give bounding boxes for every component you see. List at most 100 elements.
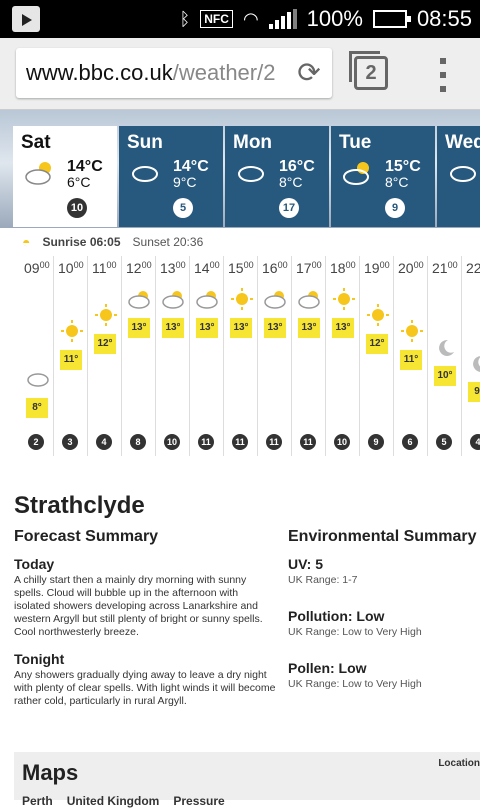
hour-temperature: 13° (264, 318, 286, 338)
wind-speed-badge: 10 (67, 198, 87, 218)
today-text: A chilly start then a mainly dry morning… (14, 574, 263, 638)
wind-speed-badge: 4 (96, 434, 112, 450)
maps-tab[interactable]: Perth (22, 794, 53, 808)
hour-column: 1100 12° 4 (88, 256, 122, 456)
wind-speed-badge: 9 (385, 198, 405, 218)
sun-cloud-icon (343, 162, 369, 185)
hour-time: 1100 (92, 260, 117, 276)
forecast-heading: Forecast Summary (14, 528, 159, 545)
hour-temperature: 13° (128, 318, 150, 338)
hour-column: 1800 13° 10 (326, 256, 360, 456)
hour-temperature: 11° (60, 350, 82, 370)
hour-column: 1700 13° 11 (292, 256, 326, 456)
day-low: 9°C (173, 174, 197, 190)
url-bar[interactable]: www.bbc.co.uk/weather/2 ⟳ (16, 48, 332, 98)
hour-time: 1700 (296, 260, 322, 276)
maps-section: Maps Location Perth United Kingdom Press… (14, 752, 480, 808)
day-tab[interactable]: Wed (437, 126, 480, 227)
hour-temperature: 10° (434, 366, 456, 386)
signal-icon (268, 9, 297, 29)
today-label: Today (14, 556, 55, 572)
day-low: 8°C (279, 174, 303, 190)
hour-column: 1500 13° 11 (224, 256, 258, 456)
hour-time: 1600 (262, 260, 288, 276)
environment-heading: Environmental Summary (288, 528, 477, 545)
hour-time: 1300 (160, 260, 186, 276)
wind-speed-badge: 8 (130, 434, 146, 450)
hour-temperature: 11° (400, 350, 422, 370)
battery-icon (372, 10, 411, 28)
day-tab[interactable]: Mon 16°C 8°C 17 (225, 126, 329, 227)
browser-toolbar: www.bbc.co.uk/weather/2 ⟳ 2 (0, 38, 480, 110)
uv-range: UK Range: 1-7 (288, 574, 358, 586)
wind-speed-badge: 11 (198, 434, 214, 450)
tab-switcher-button[interactable]: 2 (349, 51, 388, 90)
day-low: 8°C (385, 174, 409, 190)
day-name: Mon (233, 132, 273, 153)
region-title: Strathclyde (14, 492, 145, 519)
day-tab[interactable]: Tue 15°C 8°C 9 (331, 126, 435, 227)
url-host: www.bbc.co.uk (26, 60, 173, 85)
sun-times: ◓ Sunrise 06:05 Sunset 20:36 (22, 234, 203, 250)
hour-temperature: 13° (196, 318, 218, 338)
tonight-text: Any showers gradually dying away to leav… (14, 669, 276, 707)
cloud-icon (450, 166, 476, 182)
wind-speed-badge: 11 (232, 434, 248, 450)
hour-temperature: 8° (26, 398, 48, 418)
cloud-icon (132, 166, 158, 182)
hour-column: 1300 13° 10 (156, 256, 190, 456)
wind-speed-badge: 17 (279, 198, 299, 218)
nfc-icon: NFC (200, 10, 233, 28)
sun-cloud-icon (196, 291, 218, 309)
hour-temperature: 13° (162, 318, 184, 338)
day-low: 6°C (67, 174, 91, 190)
sun-icon (61, 320, 83, 342)
day-tabs: Sat 14°C 6°C 10 Sun 14°C 9°C 5 Mon 16°C … (13, 126, 480, 227)
hour-time: 0900 (24, 260, 50, 276)
hour-column: 1000 11° 3 (54, 256, 88, 456)
reload-icon[interactable]: ⟳ (294, 58, 324, 88)
cloud-icon (238, 166, 264, 182)
day-tab[interactable]: Sat 14°C 6°C 10 (13, 126, 117, 227)
sun-cloud-icon (298, 291, 320, 309)
hour-time: 1800 (330, 260, 356, 276)
maps-tab[interactable]: United Kingdom (67, 794, 160, 808)
pollen-range: UK Range: Low to Very High (288, 678, 422, 690)
hourly-forecast: 0900 8° 2 1000 11° 3 1100 12° 4 1200 13° 8 1300 13° 10… (20, 256, 480, 456)
wind-speed-badge: 5 (436, 434, 452, 450)
maps-tab[interactable]: Pressure (173, 794, 224, 808)
sun-cloud-icon (162, 291, 184, 309)
bluetooth-icon: ᛒ (179, 8, 191, 29)
wind-speed-badge: 10 (164, 434, 180, 450)
day-name: Sun (127, 132, 163, 153)
hour-time: 2200 (466, 260, 480, 276)
status-bar: ᛒ NFC ◠ 100% 08:55 (0, 0, 480, 38)
hour-temperature: 12° (366, 334, 388, 354)
uv-label: UV: 5 (288, 556, 324, 572)
wind-speed-badge: 11 (300, 434, 316, 450)
wifi-icon: ◠ (242, 8, 259, 29)
day-tab[interactable]: Sun 14°C 9°C 5 (119, 126, 223, 227)
day-name: Wed (445, 132, 480, 153)
hour-column: 2200 9° 4 (462, 256, 480, 456)
day-name: Tue (339, 132, 372, 153)
hour-temperature: 12° (94, 334, 116, 354)
pollution-label: Pollution: Low (288, 608, 385, 624)
moon-icon (439, 339, 454, 356)
hour-temperature: 13° (332, 318, 354, 338)
overflow-menu-icon[interactable] (436, 58, 450, 92)
hour-column: 0900 8° 2 (20, 256, 54, 456)
url-path: /weather/2 (172, 60, 276, 85)
wind-speed-badge: 4 (470, 434, 480, 450)
tonight-label: Tonight (14, 651, 65, 667)
sun-cloud-icon (128, 291, 150, 309)
location-link[interactable]: Location (438, 758, 480, 769)
hour-column: 1200 13° 8 (122, 256, 156, 456)
day-name: Sat (21, 132, 51, 153)
sun-icon (401, 320, 423, 342)
wind-speed-badge: 9 (368, 434, 384, 450)
hour-column: 2000 11° 6 (394, 256, 428, 456)
sun-icon (231, 288, 253, 310)
hour-column: 2100 10° 5 (428, 256, 462, 456)
wind-speed-badge: 11 (266, 434, 282, 450)
